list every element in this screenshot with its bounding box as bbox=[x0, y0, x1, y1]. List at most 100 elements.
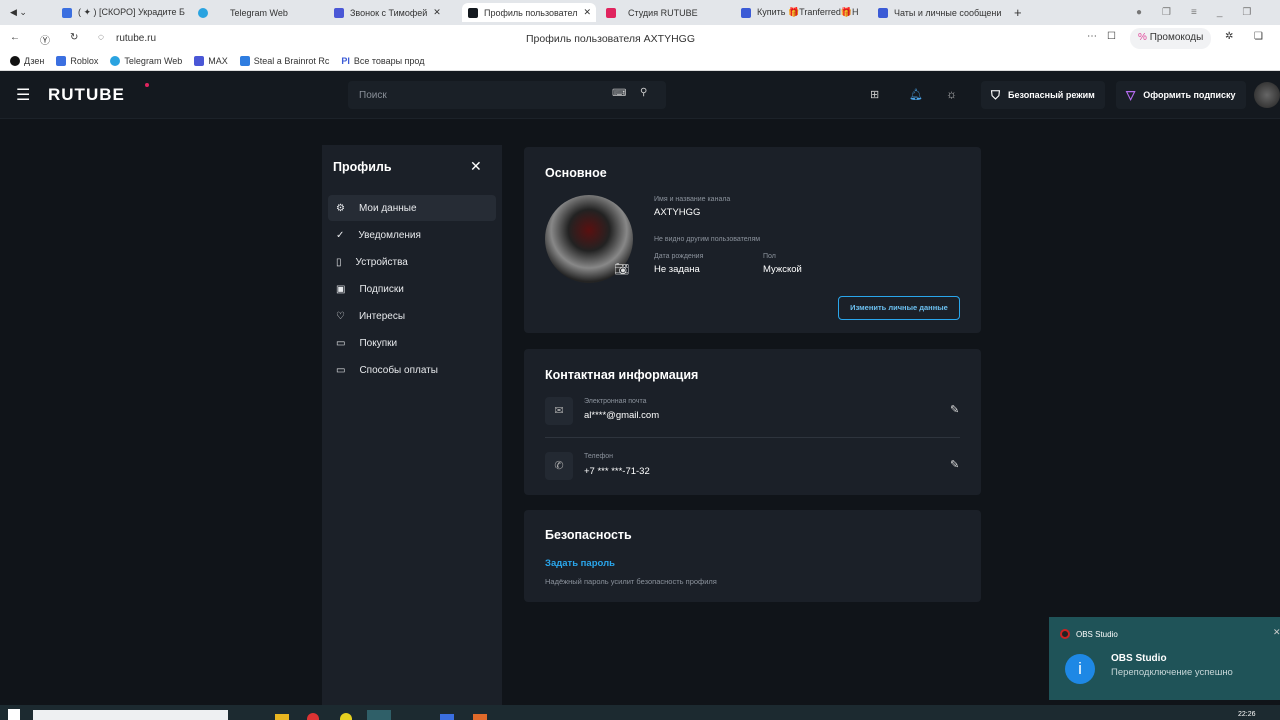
search-input[interactable]: Поиск ⌨ ⚲ bbox=[348, 81, 666, 109]
back-icon[interactable]: ← bbox=[10, 32, 20, 43]
upload-icon[interactable]: ⊞ bbox=[870, 88, 879, 101]
name-label: Имя и название канала bbox=[654, 196, 731, 203]
notifications-icon[interactable]: 🔔︎ bbox=[909, 88, 923, 101]
browser-tab[interactable]: Звонок с Тимофей ✕ bbox=[328, 3, 458, 22]
sidebar-item-payment-methods[interactable]: ▭ Способы оплаты bbox=[328, 357, 496, 383]
explorer-icon[interactable] bbox=[275, 714, 289, 720]
yandex-icon[interactable]: Ⓨ bbox=[40, 32, 50, 47]
tab-favicon bbox=[62, 7, 72, 18]
browser-tab[interactable]: Telegram Web bbox=[192, 3, 322, 22]
bookmark-item[interactable]: Дзен bbox=[10, 56, 44, 66]
app-icon[interactable] bbox=[473, 714, 487, 720]
tab-favicon bbox=[606, 7, 616, 18]
tab-audio-control[interactable]: ◀︎ ⌄ bbox=[4, 3, 33, 22]
notification-message: Переподключение успешно bbox=[1111, 667, 1233, 678]
safe-mode-button[interactable]: ⛉ Безопасный режим bbox=[981, 81, 1105, 109]
bookmark-label: Все товары прод bbox=[353, 56, 425, 66]
app-icon[interactable] bbox=[307, 713, 319, 720]
subscribe-button[interactable]: ▽ Оформить подписку bbox=[1116, 81, 1246, 109]
mail-icon: ✉ bbox=[545, 397, 573, 425]
collections-icon[interactable]: ❐ bbox=[1162, 7, 1171, 18]
notification-title: OBS Studio bbox=[1111, 653, 1167, 664]
max-icon bbox=[194, 56, 205, 66]
sidebar-item-devices[interactable]: ▯ Устройства bbox=[328, 249, 496, 275]
edit-phone-pencil-icon[interactable]: ✎ bbox=[950, 458, 959, 471]
sidebar-item-label: Способы оплаты bbox=[359, 364, 438, 376]
set-password-link[interactable]: Задать пароль bbox=[545, 558, 615, 569]
restore-icon[interactable]: ❐ bbox=[1242, 7, 1251, 18]
new-tab-button[interactable]: + bbox=[1008, 3, 1028, 22]
close-icon[interactable]: ✕ bbox=[583, 7, 591, 18]
subscribe-label: Оформить подписку bbox=[1143, 90, 1236, 100]
app-icon[interactable] bbox=[440, 714, 454, 720]
section-title: Безопасность bbox=[545, 528, 632, 542]
logo-dot bbox=[145, 83, 149, 87]
browser-tab-active[interactable]: Профиль пользовател ✕ bbox=[462, 3, 596, 22]
contact-info-card: Контактная информация ✉ Электронная почт… bbox=[524, 349, 981, 495]
profile-icon[interactable]: ● bbox=[1136, 7, 1142, 18]
window-controls[interactable]: ● ❐ ≡ _ ❐ bbox=[1130, 3, 1257, 22]
browser-tab[interactable]: Студия RUTUBE bbox=[600, 3, 730, 22]
camera-icon[interactable]: 📷︎ bbox=[614, 262, 629, 276]
minimize-icon[interactable]: _ bbox=[1217, 7, 1223, 18]
obs-taskbar-icon[interactable] bbox=[367, 710, 391, 720]
close-icon[interactable]: ✕ bbox=[1273, 627, 1280, 638]
close-icon[interactable]: ✕ bbox=[433, 7, 441, 18]
more-icon[interactable]: ⋯ bbox=[1087, 31, 1097, 42]
bookmark-item[interactable]: Steal a Brainrot Rc bbox=[239, 56, 329, 66]
sidebar-item-my-data[interactable]: ⚙ Мои данные bbox=[328, 195, 496, 221]
bookmark-icon[interactable]: ☐ bbox=[1107, 31, 1116, 42]
close-icon[interactable]: ✕ bbox=[470, 158, 482, 175]
telegram-icon bbox=[198, 7, 208, 18]
search-icon[interactable]: ⚲ bbox=[640, 87, 647, 98]
edit-personal-data-button[interactable]: Изменить личные данные bbox=[838, 296, 960, 320]
shield-check-icon: ⛉ bbox=[991, 87, 1001, 102]
clock[interactable]: 22:26 bbox=[1238, 711, 1256, 718]
sidebar-item-subscriptions[interactable]: ▣ Подписки bbox=[328, 276, 496, 302]
sidebar-item-purchases[interactable]: ▭ Покупки bbox=[328, 330, 496, 356]
keyboard-icon[interactable]: ⌨ bbox=[612, 88, 626, 99]
security-card: Безопасность Задать пароль Надёжный паро… bbox=[524, 510, 981, 602]
sidebar-item-interests[interactable]: ♡ Интересы bbox=[328, 303, 496, 329]
start-icon[interactable] bbox=[8, 709, 20, 720]
menu-icon[interactable]: ≡ bbox=[1191, 7, 1197, 18]
sidebar-item-notifications[interactable]: ✓ Уведомления bbox=[328, 222, 496, 248]
tab-label: ( ✦ ) [СКОРО] Украдите Б bbox=[78, 7, 185, 17]
hamburger-menu-icon[interactable]: ☰ bbox=[16, 85, 30, 105]
edit-email-pencil-icon[interactable]: ✎ bbox=[950, 403, 959, 416]
app-icon[interactable] bbox=[340, 713, 352, 720]
bookmarks-bar: Дзен Roblox Telegram Web MAX Steal a Bra… bbox=[0, 52, 1280, 71]
bookmark-item[interactable]: PI Все товары прод bbox=[341, 56, 424, 66]
birth-date: Не задана bbox=[654, 264, 700, 275]
obs-icon bbox=[1060, 629, 1070, 639]
diamond-icon: ▽ bbox=[1126, 88, 1136, 102]
hidden-note: Не видно другим пользователям bbox=[654, 236, 761, 243]
tab-label: Чаты и личные сообщени bbox=[894, 7, 1002, 18]
phone-icon: ▯ bbox=[336, 256, 342, 268]
obs-notification-toast[interactable]: OBS Studio ✕ i OBS Studio Переподключени… bbox=[1049, 617, 1280, 700]
birth-label: Дата рождения bbox=[654, 253, 704, 260]
section-title: Основное bbox=[545, 166, 607, 180]
sidebar-item-label: Покупки bbox=[359, 337, 398, 349]
theme-toggle-icon[interactable]: ☼ bbox=[946, 87, 957, 101]
email-label: Электронная почта bbox=[584, 398, 647, 405]
section-title: Контактная информация bbox=[545, 368, 699, 382]
sidebar-icon[interactable]: ❏ bbox=[1254, 31, 1263, 42]
taskbar-search-input[interactable] bbox=[33, 710, 228, 720]
reload-icon[interactable]: ↻ bbox=[70, 32, 78, 43]
bookmark-item[interactable]: Roblox bbox=[56, 56, 98, 66]
extensions-icon[interactable]: ✲ bbox=[1225, 31, 1233, 42]
browser-tab[interactable]: ( ✦ ) [СКОРО] Украдите Б bbox=[56, 3, 186, 22]
tab-label: Студия RUTUBE bbox=[628, 7, 698, 18]
sidebar-item-label: Интересы bbox=[358, 310, 406, 322]
card-icon: ▭ bbox=[336, 364, 346, 376]
rutube-logo[interactable]: RUTUBE bbox=[48, 85, 125, 105]
browser-tab[interactable]: Купить 🎁Tranferred🎁H bbox=[735, 3, 865, 22]
url-field[interactable]: rutube.ru bbox=[116, 33, 156, 44]
promo-button[interactable]: % Промокоды bbox=[1130, 28, 1212, 49]
bookmark-item[interactable]: Telegram Web bbox=[110, 56, 182, 66]
avatar[interactable] bbox=[1254, 82, 1280, 108]
browser-tab[interactable]: Чаты и личные сообщени bbox=[872, 3, 1002, 22]
phone-value: +7 *** ***-71-32 bbox=[584, 466, 650, 477]
bookmark-item[interactable]: MAX bbox=[194, 56, 228, 66]
